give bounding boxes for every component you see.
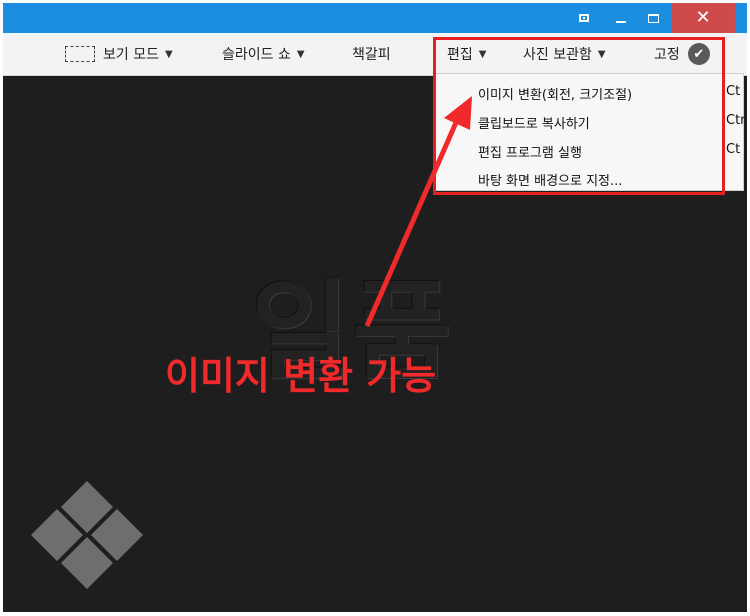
- highlight-box: [433, 37, 725, 195]
- bookmark-label: 책갈피: [352, 47, 391, 63]
- maximize-icon: [647, 13, 659, 23]
- fullscreen-icon: [65, 46, 95, 62]
- chevron-down-icon: ▼: [296, 48, 305, 60]
- slideshow-menu[interactable]: 슬라이드 쇼 ▼: [222, 33, 305, 75]
- minimize-icon: [616, 21, 626, 23]
- view-mode-label: 보기 모드: [103, 47, 159, 63]
- close-button[interactable]: ✕: [671, 3, 735, 33]
- view-mode-menu[interactable]: 보기 모드 ▼: [65, 33, 173, 75]
- close-icon: ✕: [695, 7, 711, 28]
- app-logo-icon: [31, 481, 143, 589]
- annotation-text: 이미지 변환 가능: [165, 354, 437, 398]
- slideshow-label: 슬라이드 쇼: [222, 47, 291, 63]
- menu-item-shortcut: Ct: [726, 142, 741, 157]
- maximize-button[interactable]: [639, 3, 667, 33]
- chevron-down-icon: ▼: [164, 48, 173, 60]
- menu-item-shortcut: Ct: [726, 84, 741, 99]
- minimize-button[interactable]: [607, 3, 635, 33]
- title-bar: ✕: [3, 3, 747, 33]
- snap-window-button[interactable]: [573, 3, 595, 33]
- bookmark-button[interactable]: 책갈피: [352, 33, 391, 75]
- snap-icon: [579, 14, 589, 22]
- menu-item-shortcut: Ctr: [726, 113, 746, 128]
